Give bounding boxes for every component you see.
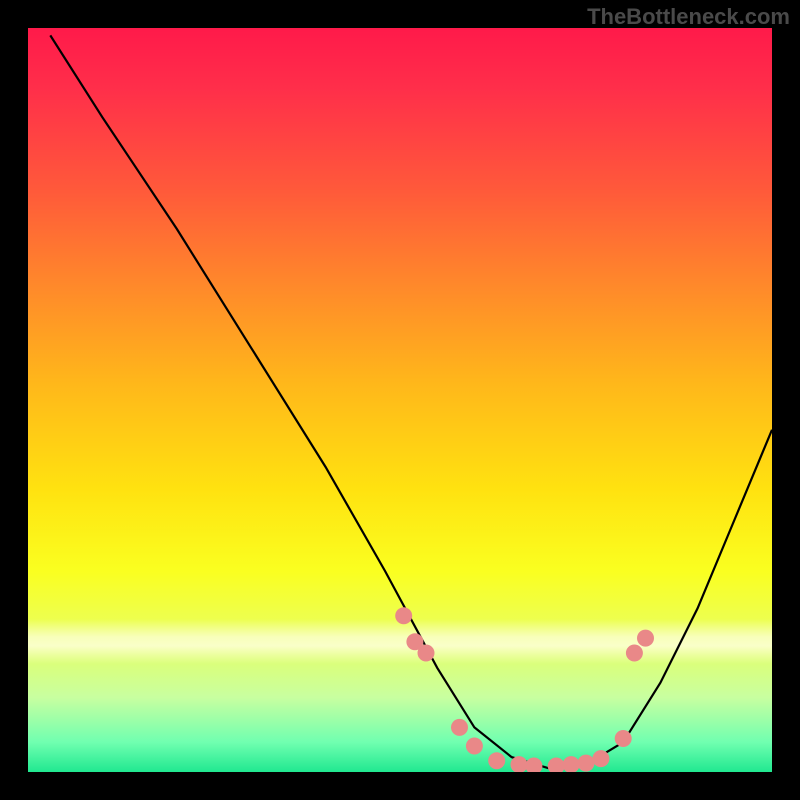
scatter-point bbox=[626, 645, 643, 662]
watermark-text: TheBottleneck.com bbox=[587, 4, 790, 30]
scatter-point bbox=[488, 752, 505, 769]
scatter-point bbox=[578, 755, 595, 772]
scatter-point bbox=[466, 738, 483, 755]
bottleneck-curve-line bbox=[50, 35, 772, 768]
chart-svg bbox=[28, 28, 772, 772]
scatter-point bbox=[395, 607, 412, 624]
scatter-point bbox=[548, 758, 565, 773]
scatter-point bbox=[563, 756, 580, 772]
scatter-point bbox=[592, 750, 609, 767]
chart-plot-area bbox=[28, 28, 772, 772]
scatter-point bbox=[525, 758, 542, 773]
scatter-point bbox=[418, 645, 435, 662]
scatter-point bbox=[451, 719, 468, 736]
scatter-point bbox=[615, 730, 632, 747]
scatter-point bbox=[637, 630, 654, 647]
